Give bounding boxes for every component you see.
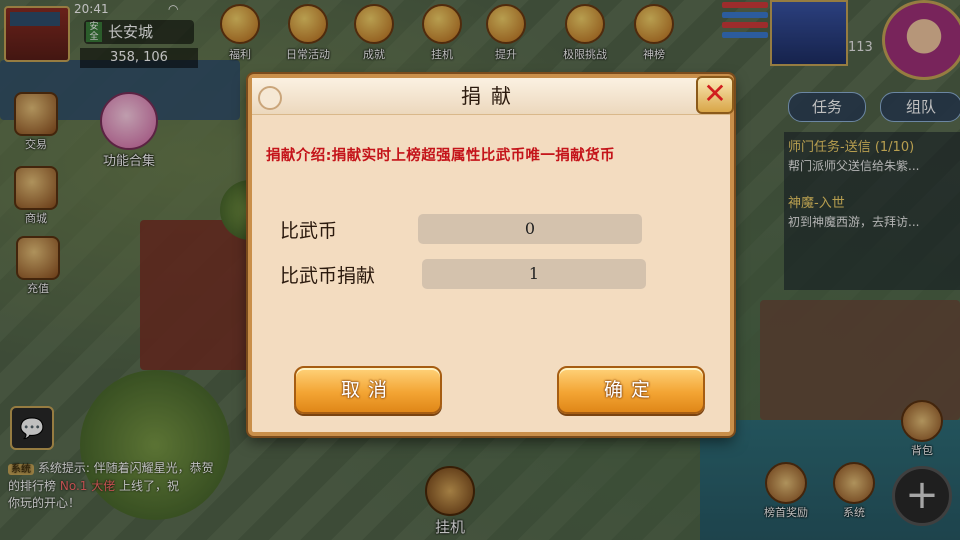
close-icon: ✕ [703,77,727,110]
cancel-button[interactable]: 取消 [294,366,442,414]
donate-amount-input[interactable]: 1 [422,259,646,289]
donate-amount-label: 比武币捐献 [280,265,376,287]
coin-label: 比武币 [280,220,338,242]
close-button[interactable]: ✕ [696,76,734,114]
coin-balance: 0 [418,214,642,244]
donate-dialog: 捐献 ✕ 捐献介绍:捐献实时上榜超强属性比武币唯一捐献货币 比武币 0 比武币捐… [248,74,734,436]
dialog-header: 捐献 [252,78,730,115]
donate-intro: 捐献介绍:捐献实时上榜超强属性比武币唯一捐献货币 [266,148,615,164]
dialog-title: 捐献 [461,84,521,108]
confirm-button[interactable]: 确定 [557,366,705,414]
